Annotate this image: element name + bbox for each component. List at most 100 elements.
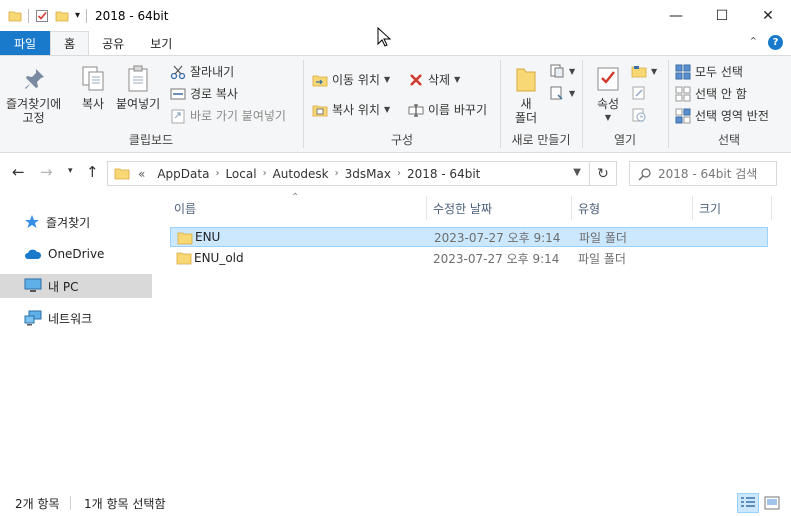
tab-home[interactable]: 홈	[50, 31, 90, 55]
chevron-down-icon: ▼	[383, 75, 391, 84]
chevron-down-icon: ▼	[569, 66, 576, 76]
open-group: 속성 ▼ ▼ 열기	[583, 56, 667, 152]
new-item-icon	[550, 64, 564, 78]
pin-quick-access-button[interactable]: 즐겨찾기에 고정	[6, 64, 61, 125]
copy-to-button[interactable]: 복사 위치 ▼	[312, 101, 390, 118]
column-header-size[interactable]: 크기	[693, 196, 772, 220]
column-header-name[interactable]: 이름	[168, 196, 427, 220]
refresh-button[interactable]: ↻	[590, 161, 617, 186]
delete-label: 삭제	[428, 73, 451, 87]
delete-button[interactable]: 삭제 ▼	[408, 71, 460, 88]
new-item-button[interactable]: ▼	[549, 63, 575, 79]
maximize-button[interactable]: ☐	[699, 0, 745, 31]
help-icon[interactable]: ?	[768, 35, 783, 50]
chevron-down-icon: ▼	[569, 88, 576, 98]
selected-count: 1개 항목 선택함	[84, 496, 166, 511]
address-dropdown-icon[interactable]: ▼	[573, 167, 581, 178]
minimize-button[interactable]: —	[653, 0, 699, 31]
pin-label-line2: 고정	[22, 111, 45, 125]
move-to-button[interactable]: 이동 위치 ▼	[312, 71, 390, 88]
select-all-icon	[675, 64, 691, 79]
nav-item-this-pc[interactable]: 내 PC	[0, 274, 152, 298]
invert-selection-button[interactable]: 선택 영역 반전	[675, 107, 769, 124]
paste-icon	[128, 65, 148, 92]
copy-path-icon	[170, 88, 186, 99]
invert-selection-label: 선택 영역 반전	[695, 109, 769, 123]
close-button[interactable]: ✕	[745, 0, 791, 31]
rename-button[interactable]: 이름 바꾸기	[408, 101, 487, 118]
breadcrumb-chevron-icon[interactable]: ›	[263, 168, 267, 179]
pin-label-line1: 즐겨찾기에	[6, 97, 62, 111]
edit-button[interactable]	[631, 85, 647, 101]
breadcrumb-chevron-icon[interactable]: ›	[335, 168, 339, 179]
properties-button[interactable]: 속성 ▼	[593, 64, 623, 125]
select-none-button[interactable]: 선택 안 함	[675, 85, 747, 102]
paste-button[interactable]: 붙여넣기	[116, 64, 160, 111]
folder-icon	[8, 11, 22, 21]
delete-x-icon	[410, 73, 422, 86]
mouse-cursor-icon	[377, 27, 391, 47]
file-row[interactable]: ENU 2023-07-27 오후 9:14 파일 폴더	[170, 227, 768, 247]
history-button[interactable]	[631, 107, 647, 123]
open-group-title: 열기	[613, 133, 637, 147]
copy-button[interactable]: 복사	[78, 64, 108, 111]
easy-access-button[interactable]: ▼	[549, 85, 575, 101]
new-folder-button[interactable]: 새 폴더	[511, 64, 541, 125]
new-folder-label-line2: 폴더	[514, 111, 538, 125]
address-bar[interactable]: « AppData › Local › Autodesk › 3dsMax › …	[107, 161, 590, 186]
open-button[interactable]: ▼	[631, 63, 657, 79]
nav-item-network[interactable]: 네트워크	[0, 306, 152, 330]
file-row[interactable]: ENU_old 2023-07-27 오후 9:14 파일 폴더	[170, 248, 768, 268]
chevron-down-icon: ▼	[383, 105, 391, 114]
chevron-down-icon: ▼	[454, 75, 461, 84]
select-all-button[interactable]: 모두 선택	[675, 63, 743, 80]
search-box[interactable]: 2018 - 64bit 검색	[629, 161, 777, 186]
up-arrow-icon[interactable]: ↑	[86, 163, 99, 181]
breadcrumb-chevron-icon[interactable]: ›	[215, 168, 219, 179]
history-icon	[632, 108, 646, 122]
new-group-title: 새로 만들기	[511, 133, 571, 147]
nav-item-quick-access[interactable]: 즐겨찾기	[0, 210, 152, 234]
breadcrumb-overflow[interactable]: «	[138, 167, 145, 181]
breadcrumb-3dsmax[interactable]: 3dsMax	[345, 167, 391, 181]
cloud-icon	[25, 249, 42, 259]
cut-button[interactable]: 잘라내기	[170, 63, 234, 80]
tab-file[interactable]: 파일	[0, 31, 51, 55]
back-arrow-icon[interactable]: ←	[12, 163, 25, 181]
customize-toolbar-icon[interactable]: ▾	[75, 10, 80, 21]
copy-to-icon	[312, 105, 328, 116]
status-bar: 2개 항목 1개 항목 선택함	[0, 490, 791, 516]
tab-view[interactable]: 보기	[137, 31, 185, 55]
paste-shortcut-button[interactable]: 바로 가기 붙여넣기	[170, 107, 286, 124]
properties-check-icon[interactable]	[35, 9, 49, 23]
large-icons-view-button[interactable]	[761, 493, 783, 513]
details-view-icon	[741, 497, 755, 507]
quick-access-toolbar: ▾	[0, 8, 88, 23]
new-folder-icon	[516, 68, 536, 92]
column-header-modified[interactable]: 수정한 날짜	[427, 196, 572, 220]
copy-path-button[interactable]: 경로 복사	[170, 85, 238, 102]
copy-to-label: 복사 위치	[332, 103, 380, 117]
status-divider	[70, 496, 71, 510]
breadcrumb-chevron-icon[interactable]: ›	[397, 168, 401, 179]
recent-locations-chevron-icon[interactable]: ▾	[68, 166, 73, 176]
breadcrumb-appdata[interactable]: AppData	[157, 167, 209, 181]
breadcrumb-local[interactable]: Local	[225, 167, 256, 181]
copy-path-label: 경로 복사	[190, 87, 238, 101]
navigation-bar: ← → ▾ ↑ « AppData › Local › Autodesk › 3…	[0, 157, 791, 189]
window-title: 2018 - 64bit	[95, 8, 169, 23]
chevron-up-icon[interactable]: ⌃	[749, 35, 758, 50]
pin-icon	[24, 69, 44, 89]
file-name: ENU	[195, 230, 221, 244]
breadcrumb-current[interactable]: 2018 - 64bit	[407, 167, 480, 181]
nav-item-onedrive[interactable]: OneDrive	[0, 242, 152, 266]
new-folder-label-line1: 새	[520, 97, 532, 111]
rename-icon	[408, 104, 424, 116]
new-folder-icon[interactable]	[55, 9, 69, 23]
tab-share[interactable]: 공유	[89, 31, 137, 55]
column-header-type[interactable]: 유형	[572, 196, 693, 220]
forward-arrow-icon[interactable]: →	[40, 163, 53, 181]
navigation-pane: 즐겨찾기 OneDrive 내 PC 네트워크	[0, 196, 160, 486]
breadcrumb-autodesk[interactable]: Autodesk	[273, 167, 329, 181]
details-view-button[interactable]	[737, 493, 759, 513]
